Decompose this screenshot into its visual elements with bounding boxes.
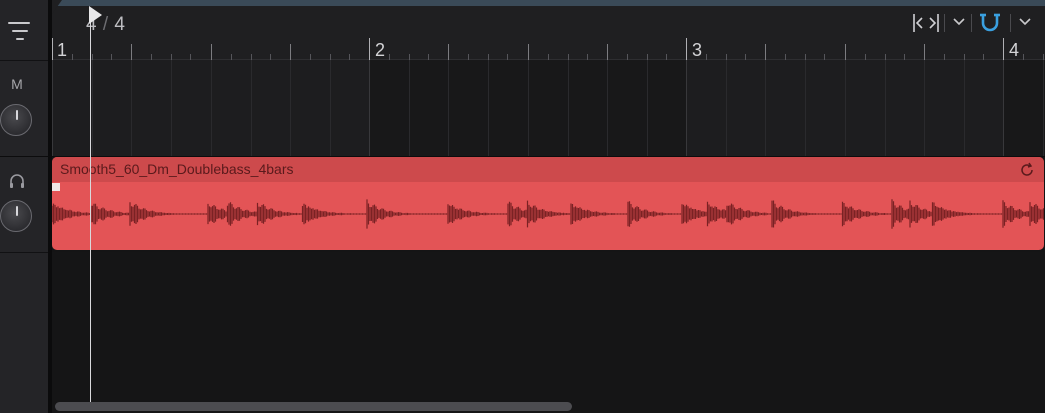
grid-line	[964, 60, 965, 156]
ruler-sub-tick	[983, 54, 984, 60]
grid-line	[765, 60, 766, 156]
grid-line	[52, 60, 53, 156]
grid-line	[885, 60, 886, 156]
bar-number-4: 4	[1009, 40, 1020, 60]
ruler-beat-tick	[528, 44, 529, 60]
grid-line	[528, 60, 529, 156]
ruler-sub-tick	[824, 54, 825, 60]
chevron-down-icon[interactable]	[1018, 16, 1032, 28]
ruler-sub-tick	[785, 54, 786, 60]
grid-line	[1043, 60, 1044, 156]
grid-line	[924, 60, 925, 156]
ruler-sub-tick	[428, 54, 429, 60]
grid-line	[448, 60, 449, 156]
timeline-ruler[interactable]	[52, 0, 1045, 60]
ruler-sub-tick	[151, 54, 152, 60]
volume-knob-track-1[interactable]	[0, 104, 32, 136]
region-header[interactable]: Smooth5_60_Dm_Doublebass_4bars	[52, 157, 1044, 182]
headphones-icon[interactable]	[8, 172, 26, 190]
bar-number-2: 2	[375, 40, 386, 60]
bar-band-4	[1003, 60, 1045, 156]
control-separator	[1010, 14, 1011, 32]
ruler-sub-tick	[507, 54, 508, 60]
ruler-sub-tick	[111, 54, 112, 60]
ruler-sub-tick	[310, 54, 311, 60]
ruler-sub-tick	[190, 54, 191, 60]
waveform-path	[52, 199, 1044, 229]
grid-line	[686, 60, 687, 156]
grid-line	[607, 60, 608, 156]
playhead-line	[90, 14, 91, 406]
grid-line	[1003, 60, 1004, 156]
grid-line	[330, 60, 331, 156]
control-separator	[944, 14, 945, 32]
grid-line	[647, 60, 648, 156]
ruler-sub-tick	[468, 54, 469, 60]
ruler-bar-tick	[52, 38, 53, 60]
playhead-handle[interactable]	[89, 6, 102, 24]
ruler-sub-tick	[627, 54, 628, 60]
ruler-sub-tick	[389, 54, 390, 60]
magnet-icon[interactable]	[978, 11, 1002, 35]
waveform	[52, 199, 1044, 229]
grid-line	[171, 60, 172, 156]
ruler-sub-tick	[706, 54, 707, 60]
ruler-sub-tick	[944, 54, 945, 60]
ruler-sub-tick	[904, 54, 905, 60]
loop-brackets-icon[interactable]	[911, 12, 941, 34]
ruler-beat-tick	[448, 44, 449, 60]
grid-line	[845, 60, 846, 156]
ruler-beat-tick	[290, 44, 291, 60]
empty-track-area[interactable]	[52, 252, 1045, 413]
time-signature-slash: /	[102, 14, 109, 35]
time-signature-bottom: 4	[114, 14, 126, 35]
ruler-sub-tick	[349, 54, 350, 60]
mute-button[interactable]: M	[0, 76, 34, 92]
ruler-sub-tick	[72, 54, 73, 60]
ruler-sub-tick	[865, 54, 866, 60]
ruler-sub-tick	[666, 54, 667, 60]
ruler-sub-tick	[745, 54, 746, 60]
bar-number-3: 3	[692, 40, 703, 60]
track-lane-1[interactable]	[52, 60, 1045, 156]
ruler-beat-tick	[131, 44, 132, 60]
grid-line	[131, 60, 132, 156]
grid-line	[409, 60, 410, 156]
ruler-bar-tick	[1003, 38, 1004, 60]
ruler-beat-tick	[211, 44, 212, 60]
ruler-sub-tick	[548, 54, 549, 60]
volume-knob-track-2[interactable]	[0, 200, 32, 232]
grid-line	[369, 60, 370, 156]
grid-line	[251, 60, 252, 156]
grid-line	[726, 60, 727, 156]
track-header-panel: M	[0, 0, 48, 413]
ruler-beat-tick	[845, 44, 846, 60]
grid-line	[805, 60, 806, 156]
ruler-beat-tick	[924, 44, 925, 60]
bar-number-1: 1	[57, 40, 68, 60]
ruler-beat-tick	[765, 44, 766, 60]
grid-line	[568, 60, 569, 156]
menu-icon[interactable]	[4, 16, 32, 46]
ruler-sub-tick	[231, 54, 232, 60]
ruler-bar-tick	[369, 38, 370, 60]
region-name: Smooth5_60_Dm_Doublebass_4bars	[60, 161, 294, 177]
ruler-sub-tick	[270, 54, 271, 60]
grid-line	[211, 60, 212, 156]
header-accent-bar	[52, 0, 1045, 6]
ruler-sub-tick	[587, 54, 588, 60]
audio-region[interactable]: Smooth5_60_Dm_Doublebass_4bars	[52, 157, 1044, 250]
ruler-beat-tick	[607, 44, 608, 60]
grid-line	[488, 60, 489, 156]
grid-line	[92, 60, 93, 156]
ruler-sub-tick	[1023, 54, 1024, 60]
grid-line	[290, 60, 291, 156]
chevron-down-icon[interactable]	[952, 16, 966, 28]
ruler-bar-tick	[686, 38, 687, 60]
control-separator	[971, 14, 972, 32]
loop-icon[interactable]	[1018, 161, 1036, 179]
horizontal-scrollbar[interactable]	[55, 402, 572, 411]
